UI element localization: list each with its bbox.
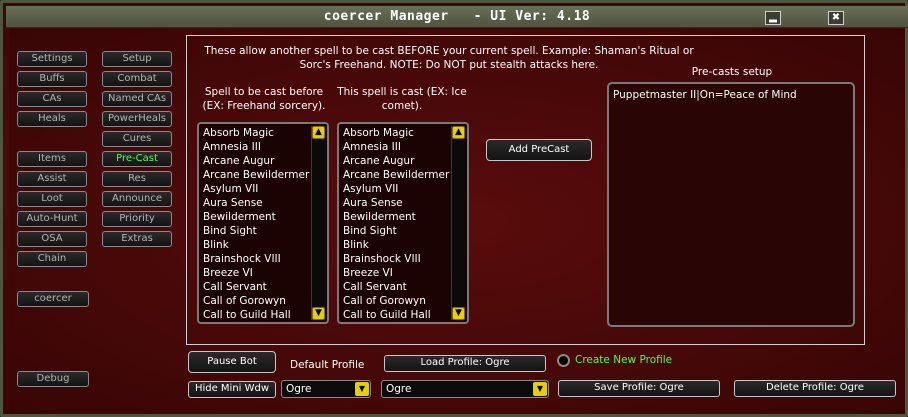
default-profile-value: Ogre xyxy=(286,383,312,395)
nav-priority[interactable]: Priority xyxy=(102,211,172,227)
list-item[interactable]: Blink xyxy=(203,238,309,252)
nav-named-cas[interactable]: Named CAs xyxy=(102,91,172,107)
minimize-icon[interactable]: ▂ xyxy=(765,11,781,25)
list-item[interactable]: Amnesia III xyxy=(203,140,309,154)
scrollbar[interactable]: ▲ ▼ xyxy=(451,126,465,320)
list-item[interactable]: Call of Gorowyn xyxy=(343,294,449,308)
scroll-up-icon[interactable]: ▲ xyxy=(452,126,465,139)
nav-announce[interactable]: Announce xyxy=(102,191,172,207)
list-item[interactable]: Asylum VII xyxy=(343,182,449,196)
list-item[interactable]: Arcane Bewildermer xyxy=(343,168,449,182)
list-item[interactable]: Arcane Bewildermer xyxy=(203,168,309,182)
precasts-list[interactable]: Puppetmaster II|On=Peace of Mind xyxy=(607,82,855,327)
content-area: Settings Buffs CAs Heals Items Assist Lo… xyxy=(9,29,905,414)
chevron-down-icon[interactable]: ▼ xyxy=(355,382,369,396)
default-profile-label: Default Profile xyxy=(290,359,365,371)
debug-button[interactable]: Debug xyxy=(17,371,89,387)
list2-label: This spell is cast (EX: Ice comet). xyxy=(337,86,467,112)
list-item[interactable]: Puppetmaster II|On=Peace of Mind xyxy=(613,88,797,102)
list-item[interactable]: Call to Guild Hall xyxy=(203,308,309,322)
list-item[interactable]: Bewilderment xyxy=(343,210,449,224)
list-item[interactable]: Absorb Magic xyxy=(203,126,309,140)
scroll-up-icon[interactable]: ▲ xyxy=(312,126,325,139)
load-profile-button[interactable]: Load Profile: Ogre xyxy=(384,355,546,372)
list-item[interactable]: Breeze VI xyxy=(203,266,309,280)
list-item[interactable]: Brainshock VIII xyxy=(343,252,449,266)
pause-bot-button[interactable]: Pause Bot xyxy=(188,351,276,373)
list-item[interactable]: Arcane Augur xyxy=(343,154,449,168)
nav-loot[interactable]: Loot xyxy=(17,191,87,207)
save-profile-button[interactable]: Save Profile: Ogre xyxy=(558,380,720,397)
scroll-down-icon[interactable]: ▼ xyxy=(312,307,325,320)
nav-combat[interactable]: Combat xyxy=(102,71,172,87)
scrollbar[interactable]: ▲ ▼ xyxy=(311,126,325,320)
list-item[interactable]: Aura Sense xyxy=(203,196,309,210)
nav-settings[interactable]: Settings xyxy=(17,51,87,67)
chevron-down-icon[interactable]: ▼ xyxy=(533,382,547,396)
list-item[interactable]: Aura Sense xyxy=(343,196,449,210)
nav-setup[interactable]: Setup xyxy=(102,51,172,67)
list-item[interactable]: Call of Gorowyn xyxy=(203,294,309,308)
list-item[interactable]: Call Servant xyxy=(343,280,449,294)
delete-profile-button[interactable]: Delete Profile: Ogre xyxy=(734,380,896,397)
nav-chain[interactable]: Chain xyxy=(17,251,87,267)
nav-extras[interactable]: Extras xyxy=(102,231,172,247)
add-precast-button[interactable]: Add PreCast xyxy=(486,139,592,161)
default-profile-select[interactable]: Ogre ▼ xyxy=(281,380,371,398)
nav-cures[interactable]: Cures xyxy=(102,131,172,147)
nav-heals[interactable]: Heals xyxy=(17,111,87,127)
profile-select-value: Ogre xyxy=(386,383,412,395)
title-bar[interactable]: coercer Manager - UI Ver: 4.18 ▂ ✖ xyxy=(6,6,908,28)
window-frame: coercer Manager - UI Ver: 4.18 ▂ ✖ Setti… xyxy=(0,0,908,417)
list-item[interactable]: Breeze VI xyxy=(343,266,449,280)
list-item[interactable]: Blink xyxy=(343,238,449,252)
list-item[interactable]: Amnesia III xyxy=(343,140,449,154)
nav-items[interactable]: Items xyxy=(17,151,87,167)
create-profile-radio[interactable] xyxy=(557,354,570,367)
list-item[interactable]: Bind Sight xyxy=(343,224,449,238)
nav-cas[interactable]: CAs xyxy=(17,91,87,107)
list-item[interactable]: Bind Sight xyxy=(203,224,309,238)
list-item[interactable]: Arcane Augur xyxy=(203,154,309,168)
list-item[interactable]: Call Servant xyxy=(203,280,309,294)
list-item[interactable]: Absorb Magic xyxy=(343,126,449,140)
spell-cast-list[interactable]: Absorb Magic Amnesia III Arcane Augur Ar… xyxy=(337,122,469,324)
list-item[interactable]: Bewilderment xyxy=(203,210,309,224)
list-item[interactable]: Asylum VII xyxy=(203,182,309,196)
close-icon[interactable]: ✖ xyxy=(828,11,844,25)
list-item[interactable]: Call to Guild Hall xyxy=(343,308,449,322)
precasts-title: Pre-casts setup xyxy=(691,66,773,78)
list1-label: Spell to be cast before (EX: Freehand so… xyxy=(202,86,326,112)
list-item[interactable]: Brainshock VIII xyxy=(203,252,309,266)
hide-mini-window-button[interactable]: Hide Mini Wdw xyxy=(188,381,276,398)
nav-powerheals[interactable]: PowerHeals xyxy=(102,111,172,127)
nav-osa[interactable]: OSA xyxy=(17,231,87,247)
nav-assist[interactable]: Assist xyxy=(17,171,87,187)
nav-auto-hunt[interactable]: Auto-Hunt xyxy=(17,211,87,227)
nav-pre-cast[interactable]: Pre-Cast xyxy=(102,151,172,167)
profile-select[interactable]: Ogre ▼ xyxy=(381,380,549,398)
character-button[interactable]: coercer xyxy=(17,291,89,307)
nav-buffs[interactable]: Buffs xyxy=(17,71,87,87)
create-profile-label[interactable]: Create New Profile xyxy=(575,354,672,366)
spell-before-list[interactable]: Absorb Magic Amnesia III Arcane Augur Ar… xyxy=(197,122,329,324)
scroll-down-icon[interactable]: ▼ xyxy=(452,307,465,320)
nav-res[interactable]: Res xyxy=(102,171,172,187)
